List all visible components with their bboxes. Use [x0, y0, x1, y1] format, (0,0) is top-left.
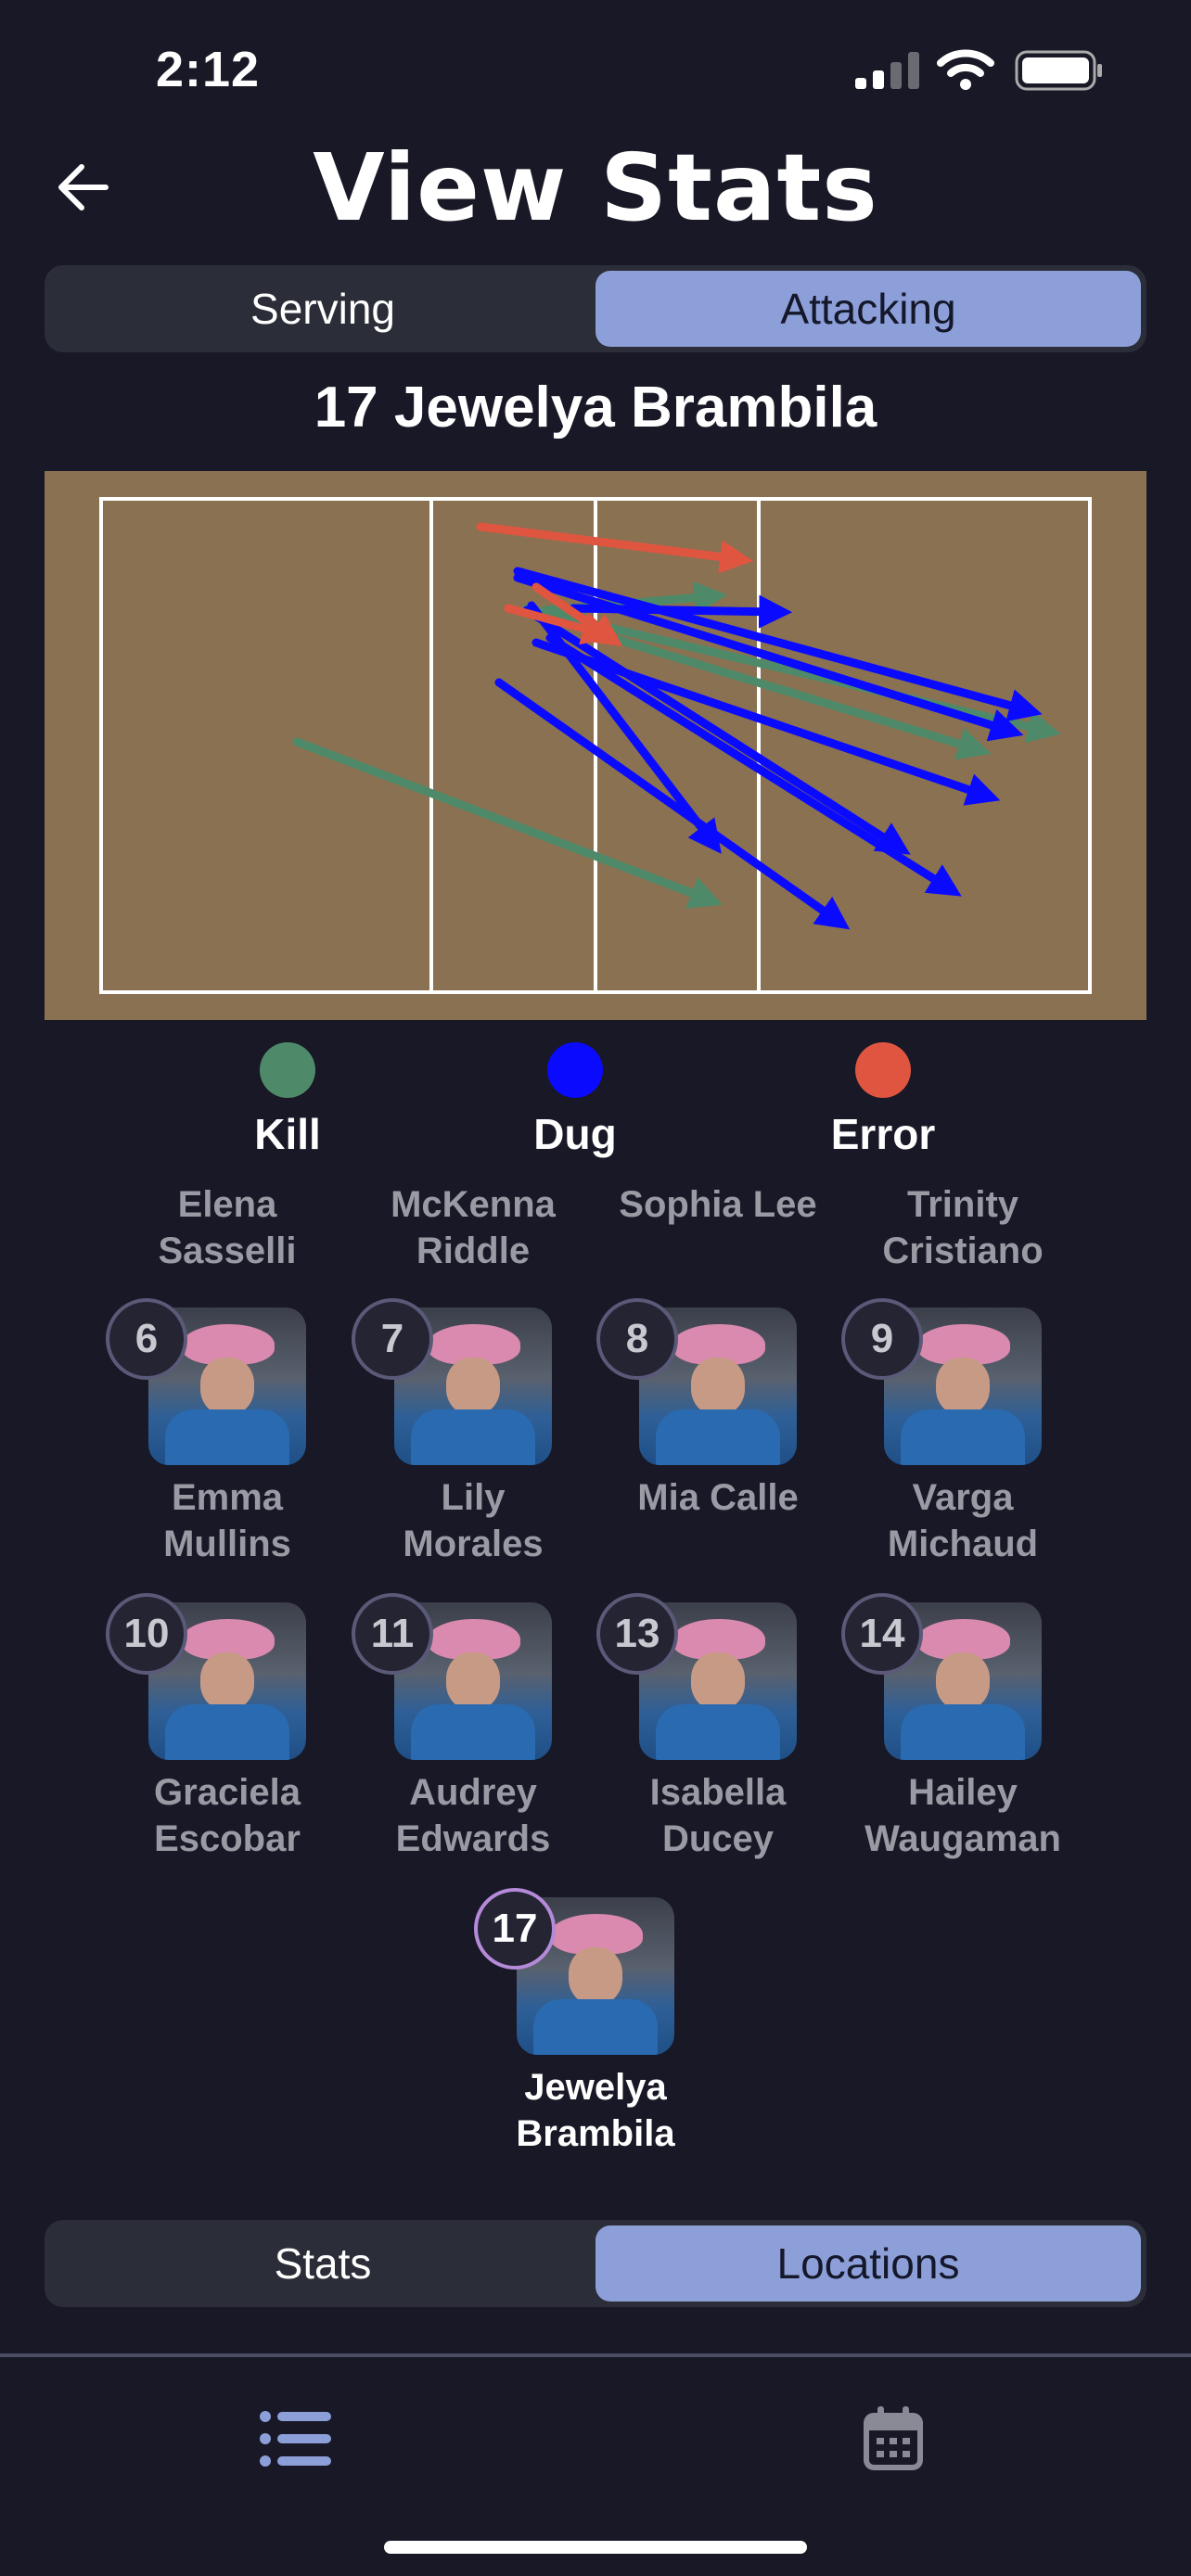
battery-icon [1015, 50, 1102, 91]
player-card[interactable]: 14 [841, 1593, 1042, 1760]
calendar-icon [864, 2406, 923, 2470]
jersey-number-badge: 10 [106, 1593, 187, 1675]
tab-locations[interactable]: Locations [596, 2225, 1141, 2302]
signal-icon [855, 52, 919, 89]
tab-calendar[interactable] [852, 2402, 935, 2476]
legend-kill: Kill [195, 1042, 380, 1159]
player-card[interactable]: 9 [841, 1298, 1042, 1465]
player-card[interactable]: 11 [352, 1593, 552, 1760]
jersey-number-badge: 11 [352, 1593, 433, 1675]
arrow-left-icon [58, 164, 109, 210]
jersey-number-badge: 14 [841, 1593, 923, 1675]
player-name: Jewelya Brambila [516, 2067, 675, 2154]
jersey-number-badge: 6 [106, 1298, 187, 1380]
error-dot-icon [855, 1042, 911, 1098]
status-time: 2:12 [156, 42, 261, 97]
player-name: Isabella Ducey [649, 1772, 787, 1859]
player-name: Graciela Escobar [154, 1772, 301, 1859]
jersey-number-badge: 7 [352, 1298, 433, 1380]
list-icon [260, 2411, 331, 2467]
player-name: Mia Calle [637, 1477, 799, 1518]
back-button[interactable] [45, 148, 122, 226]
status-bar: 2:12 [0, 0, 1191, 139]
attack-arrow-dug [522, 606, 911, 855]
player-card[interactable]: 8 [596, 1298, 797, 1465]
legend-dug: Dug [482, 1042, 668, 1159]
player-name[interactable]: McKenna Riddle [352, 1181, 594, 1274]
player-name: Hailey Waugaman [864, 1772, 1061, 1859]
jersey-number-badge: 17 [474, 1888, 556, 1970]
player-name: Emma Mullins [163, 1477, 291, 1564]
header: View Stats [0, 130, 1191, 242]
tab-serving[interactable]: Serving [50, 271, 596, 347]
legend: Kill Dug Error [0, 1042, 1191, 1158]
dug-dot-icon [547, 1042, 603, 1098]
wifi-icon [937, 49, 994, 90]
jersey-number-badge: 8 [596, 1298, 678, 1380]
view-mode-segment: Stats Locations [45, 2220, 1146, 2307]
court-diagram [45, 471, 1146, 1020]
attack-arrow-error [476, 522, 754, 574]
tab-bar-divider [0, 2353, 1191, 2357]
attack-arrow-kill [292, 737, 724, 909]
player-name[interactable]: Trinity Cristiano [842, 1181, 1083, 1274]
player-card[interactable]: 13 [596, 1593, 797, 1760]
tab-attacking[interactable]: Attacking [596, 271, 1141, 347]
stat-type-segment: Serving Attacking [45, 265, 1146, 352]
attack-arrows [292, 522, 1061, 930]
legend-error: Error [790, 1042, 976, 1159]
tab-list[interactable] [254, 2402, 338, 2476]
player-card[interactable]: 6 [106, 1298, 306, 1465]
player-card[interactable]: 10 [106, 1593, 306, 1760]
player-name: Varga Michaud [887, 1477, 1039, 1564]
kill-dot-icon [260, 1042, 315, 1098]
home-indicator [384, 2541, 807, 2554]
player-name: Lily Morales [403, 1477, 544, 1564]
attack-arrow-dug [569, 594, 793, 629]
player-card[interactable]: 7 [352, 1298, 552, 1465]
tab-stats[interactable]: Stats [50, 2225, 596, 2302]
selected-player-heading: 17 Jewelya Brambila [314, 376, 877, 440]
jersey-number-badge: 9 [841, 1298, 923, 1380]
page-title: View Stats [313, 134, 878, 242]
player-name: Audrey Edwards [395, 1772, 551, 1859]
player-name[interactable]: Sophia Lee [597, 1181, 839, 1228]
player-card-selected[interactable]: 17 [474, 1888, 674, 2055]
jersey-number-badge: 13 [596, 1593, 678, 1675]
player-name[interactable]: Elena Sasselli [107, 1181, 348, 1274]
